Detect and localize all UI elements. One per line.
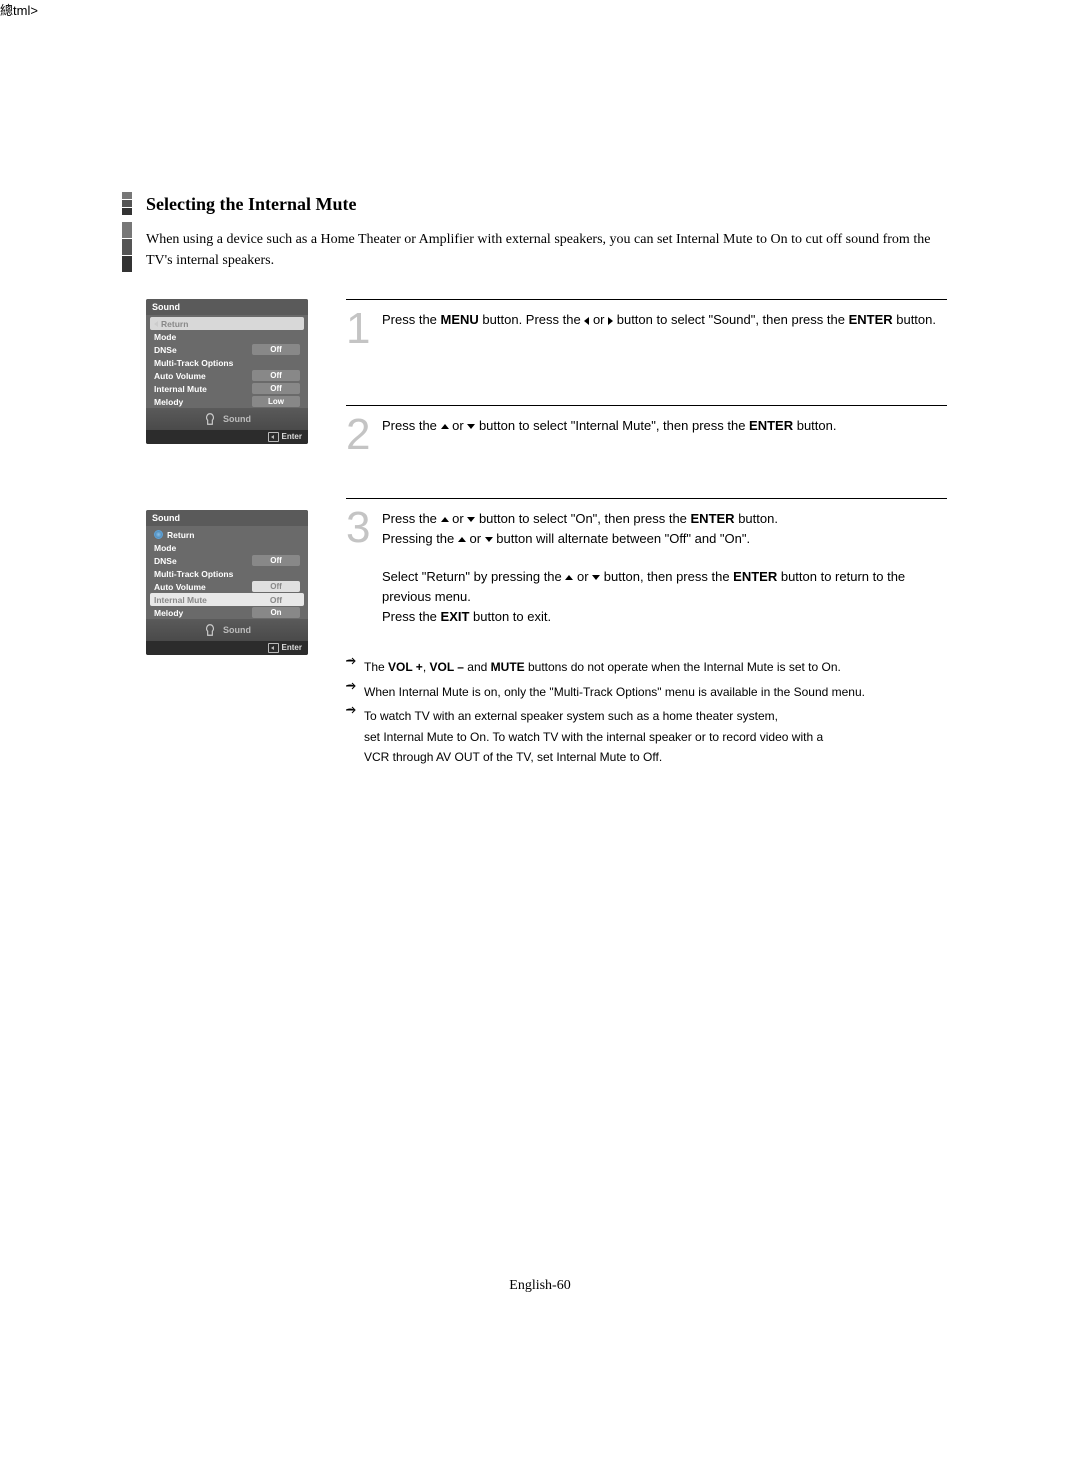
osd-row-internalmute: Internal MuteOff (150, 382, 304, 395)
osd-row-dnse: DNSeOff (150, 343, 304, 356)
osd-header: Sound (146, 510, 308, 526)
osd-row-internalmute-selected: Internal MuteOff (150, 593, 304, 606)
triangle-down-icon (592, 575, 600, 580)
osd-row-mode: Mode (150, 541, 304, 554)
step-divider (346, 498, 947, 499)
osd-footer: Sound (146, 408, 308, 430)
note-bullet-icon (346, 657, 364, 677)
note-item: To watch TV with an external speaker sys… (346, 706, 947, 767)
osd-enter-bar: Enter (146, 430, 308, 444)
osd-footer-label: Sound (223, 625, 251, 635)
manual-page: Selecting the Internal Mute When using a… (122, 192, 947, 771)
osd-return-label: Return (161, 319, 300, 329)
osd-row-melody: MelodyLow (150, 395, 304, 408)
triangle-up-icon (458, 537, 466, 542)
osd-footer-label: Sound (223, 414, 251, 424)
enter-button-ref: ENTER (733, 569, 777, 584)
osd-return-row: Return (150, 317, 304, 330)
intro-paragraph: When using a device such as a Home Theat… (146, 229, 936, 271)
triangle-up-icon (441, 424, 449, 429)
enter-button-ref: ENTER (691, 511, 735, 526)
osd-return-label: Return (167, 530, 300, 540)
triangle-down-icon (485, 537, 493, 542)
note-icon (203, 623, 217, 637)
step-number: 2 (346, 416, 372, 453)
note-icon (203, 412, 217, 426)
osd-column: Sound Return Mode DNSeOff Multi-Track Op… (146, 299, 308, 771)
step-3: 3 Press the or button to select "On", th… (346, 509, 947, 628)
triangle-up-icon (441, 517, 449, 522)
osd-header: Sound (146, 299, 308, 315)
section-title: Selecting the Internal Mute (146, 192, 356, 215)
osd-enter-bar: Enter (146, 641, 308, 655)
note-item: The VOL +, VOL – and MUTE buttons do not… (346, 657, 947, 677)
note-item: When Internal Mute is on, only the "Mult… (346, 682, 947, 702)
note-bullet-icon (346, 682, 364, 702)
osd-row-multitrack: Multi-Track Options (150, 356, 304, 369)
caret-left-icon (154, 321, 158, 327)
enter-button-ref: ENTER (849, 312, 893, 327)
osd-row-dnse: DNSeOff (150, 554, 304, 567)
heading-accent-marks (122, 192, 132, 215)
return-dot-icon (154, 530, 163, 539)
enter-icon (268, 432, 279, 442)
instructions-column: 1 Press the MENU button. Press the or bu… (346, 299, 947, 771)
osd-row-autovolume: Auto VolumeOff (150, 369, 304, 382)
step-divider (346, 405, 947, 406)
step-number: 3 (346, 509, 372, 628)
osd-row-multitrack: Multi-Track Options (150, 567, 304, 580)
osd-row-melody: MelodyOn (150, 606, 304, 619)
osd-sound-menu-2: Sound Return Mode DNSeOff Multi-Track Op… (146, 510, 308, 655)
osd-return-row: Return (150, 528, 304, 541)
osd-row-autovolume: Auto VolumeOff (150, 580, 304, 593)
notes-list: The VOL +, VOL – and MUTE buttons do not… (346, 657, 947, 767)
body-accent-marks (122, 222, 132, 272)
enter-icon (268, 643, 279, 653)
exit-button-ref: EXIT (441, 609, 470, 624)
section-heading-row: Selecting the Internal Mute (122, 192, 947, 215)
step-1: 1 Press the MENU button. Press the or bu… (346, 310, 947, 347)
note-bullet-icon (346, 706, 364, 767)
osd-footer: Sound (146, 619, 308, 641)
step-number: 1 (346, 310, 372, 347)
step-2: 2 Press the or button to select "Interna… (346, 416, 947, 453)
menu-button-ref: MENU (441, 312, 479, 327)
osd-row-mode: Mode (150, 330, 304, 343)
enter-button-ref: ENTER (749, 418, 793, 433)
osd-sound-menu-1: Sound Return Mode DNSeOff Multi-Track Op… (146, 299, 308, 444)
page-number: English-60 (0, 1278, 1080, 1294)
step-divider (346, 299, 947, 300)
